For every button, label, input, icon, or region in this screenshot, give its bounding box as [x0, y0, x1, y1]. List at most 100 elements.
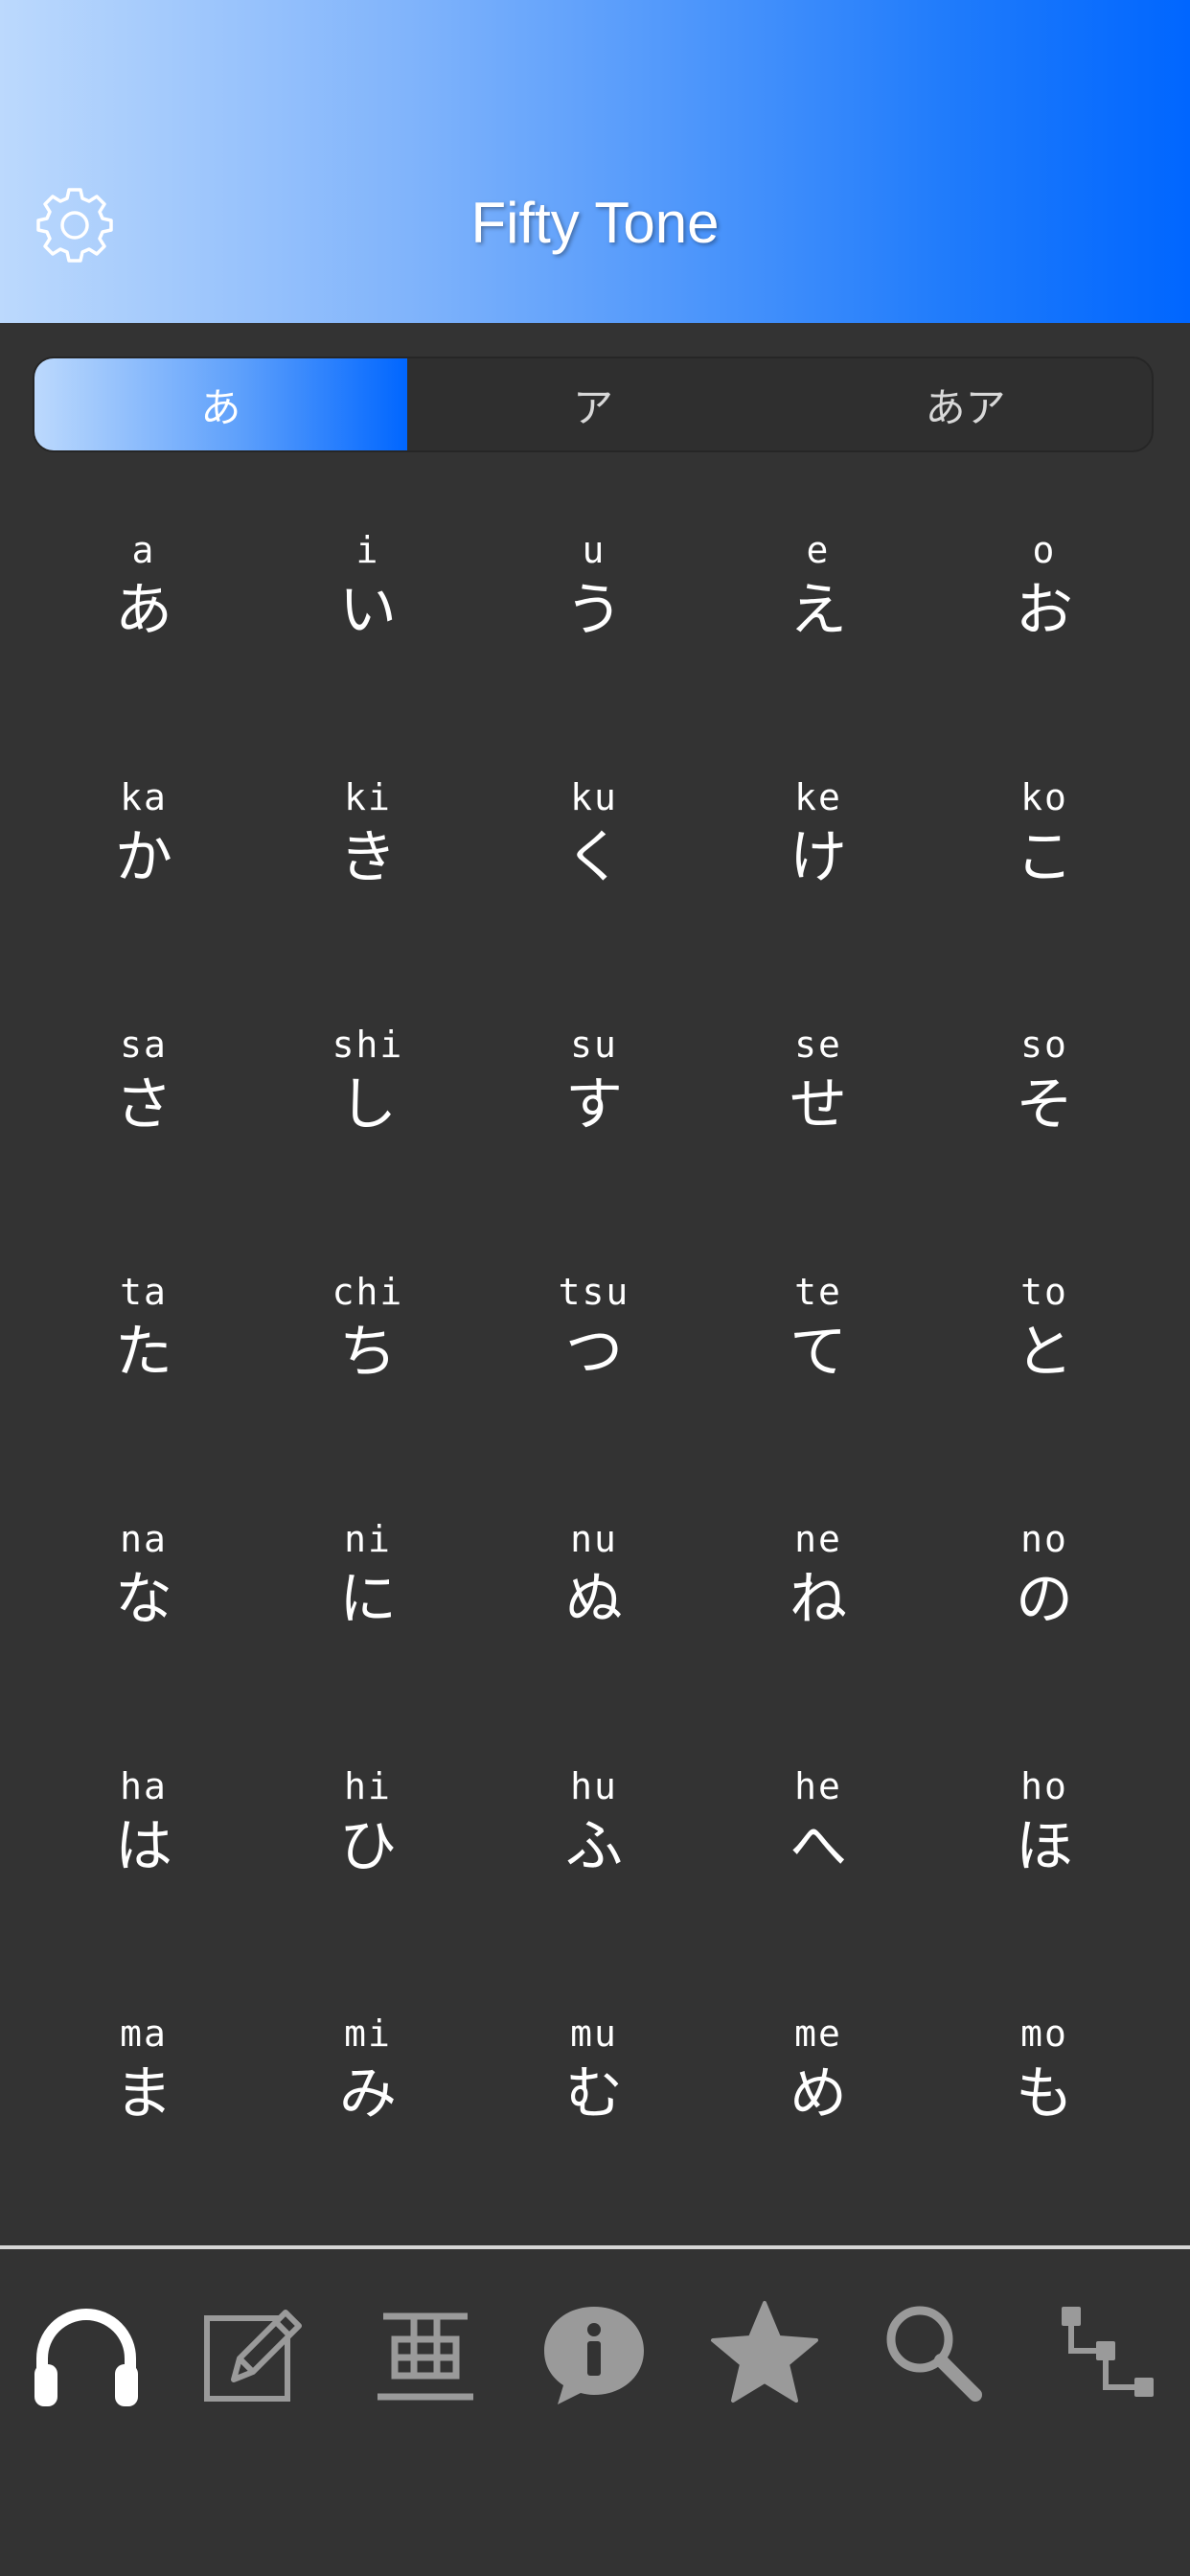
- kana-row: ta た chi ち tsu つ te て to と: [0, 1269, 1190, 1499]
- kana-character: あ: [115, 577, 172, 644]
- romaji-label: ma: [120, 2012, 168, 2055]
- kana-character: せ: [790, 1071, 847, 1138]
- kana-cell[interactable]: to と: [949, 1269, 1140, 1388]
- kana-character: と: [1016, 1319, 1073, 1386]
- kana-row: ma ま mi み mu む me め mo も: [0, 2011, 1190, 2241]
- kana-cell[interactable]: nu ぬ: [498, 1516, 690, 1635]
- romaji-label: he: [794, 1765, 842, 1807]
- romaji-label: so: [1020, 1024, 1068, 1066]
- kana-cell[interactable]: sa さ: [48, 1022, 240, 1140]
- kana-character: ち: [339, 1319, 397, 1386]
- search-icon[interactable]: [876, 2297, 991, 2412]
- kana-character: は: [115, 1813, 172, 1880]
- info-bubble-icon[interactable]: [537, 2297, 652, 2412]
- romaji-label: ku: [570, 776, 618, 818]
- kana-cell[interactable]: hu ふ: [498, 1763, 690, 1882]
- header-bar: Fifty Tone: [0, 0, 1190, 323]
- kana-cell[interactable]: ho ほ: [949, 1763, 1140, 1882]
- kana-character: う: [565, 577, 623, 644]
- kana-cell[interactable]: te て: [722, 1269, 914, 1388]
- kana-cell[interactable]: oお: [949, 527, 1140, 646]
- kana-character: ぬ: [565, 1566, 623, 1633]
- romaji-label: to: [1020, 1271, 1068, 1313]
- kana-cell[interactable]: ta た: [48, 1269, 240, 1388]
- romaji-label: e: [806, 529, 831, 571]
- star-icon[interactable]: [707, 2297, 822, 2412]
- kana-cell[interactable]: su す: [498, 1022, 690, 1140]
- flow-icon[interactable]: [1046, 2297, 1161, 2412]
- kana-cell[interactable]: ma ま: [48, 2011, 240, 2129]
- segment-both[interactable]: あア: [779, 358, 1152, 450]
- kana-character: み: [339, 2060, 397, 2128]
- romaji-label: hi: [344, 1765, 392, 1807]
- kana-cell[interactable]: ha は: [48, 1763, 240, 1882]
- segment-katakana[interactable]: ア: [407, 358, 780, 450]
- segment-hiragana[interactable]: あ: [34, 358, 407, 450]
- kana-character: む: [565, 2060, 623, 2128]
- kana-cell[interactable]: mo も: [949, 2011, 1140, 2129]
- kana-character: ひ: [339, 1813, 397, 1880]
- kana-cell[interactable]: mi み: [272, 2011, 464, 2129]
- kana-character: へ: [790, 1813, 847, 1880]
- kana-cell[interactable]: ni に: [272, 1516, 464, 1635]
- kana-character: こ: [1016, 824, 1073, 891]
- kana-cell[interactable]: hi ひ: [272, 1763, 464, 1882]
- kana-cell[interactable]: shi し: [272, 1022, 464, 1140]
- kanji-icon[interactable]: [368, 2297, 483, 2412]
- kana-character: ね: [790, 1566, 847, 1633]
- romaji-label: ni: [344, 1518, 392, 1560]
- kana-character: さ: [115, 1071, 172, 1138]
- kana-cell[interactable]: ko こ: [949, 774, 1140, 893]
- kana-character: て: [790, 1319, 847, 1386]
- kana-row: sa さ shi し su す se せ so そ: [0, 1022, 1190, 1252]
- kana-cell[interactable]: so そ: [949, 1022, 1140, 1140]
- kana-cell[interactable]: chi ち: [272, 1269, 464, 1388]
- kana-row: aあ iい uう eえ oお: [0, 527, 1190, 757]
- romaji-label: ki: [344, 776, 392, 818]
- romaji-label: hu: [570, 1765, 618, 1807]
- romaji-label: sa: [120, 1024, 168, 1066]
- kana-cell[interactable]: ne ね: [722, 1516, 914, 1635]
- kana-cell[interactable]: me め: [722, 2011, 914, 2129]
- kana-character: お: [1016, 577, 1073, 644]
- kana-cell[interactable]: ki き: [272, 774, 464, 893]
- kana-cell[interactable]: mu む: [498, 2011, 690, 2129]
- romaji-label: a: [131, 529, 156, 571]
- romaji-label: se: [794, 1024, 842, 1066]
- kana-character: え: [790, 577, 847, 644]
- kana-cell[interactable]: ke け: [722, 774, 914, 893]
- romaji-label: ka: [120, 776, 168, 818]
- kana-row: ka か ki き ku く ke け ko こ: [0, 774, 1190, 1004]
- kana-character: け: [790, 824, 847, 891]
- kana-cell[interactable]: ku く: [498, 774, 690, 893]
- romaji-label: chi: [332, 1271, 404, 1313]
- kana-cell[interactable]: ka か: [48, 774, 240, 893]
- kana-character: の: [1016, 1566, 1073, 1633]
- kana-cell[interactable]: no の: [949, 1516, 1140, 1635]
- kana-cell[interactable]: aあ: [48, 527, 240, 646]
- kana-character: も: [1016, 2060, 1073, 2128]
- kana-cell[interactable]: he へ: [722, 1763, 914, 1882]
- script-selector: あ ア あア: [33, 356, 1154, 452]
- kana-character: そ: [1016, 1071, 1073, 1138]
- kana-character: く: [565, 824, 623, 891]
- bottom-tab-bar: [0, 2245, 1190, 2576]
- kana-row: na な ni に nu ぬ ne ね no の: [0, 1516, 1190, 1746]
- kana-cell[interactable]: tsu つ: [498, 1269, 690, 1388]
- kana-cell[interactable]: na な: [48, 1516, 240, 1635]
- romaji-label: ho: [1020, 1765, 1068, 1807]
- kana-character: き: [339, 824, 397, 891]
- kana-cell[interactable]: se せ: [722, 1022, 914, 1140]
- kana-character: つ: [565, 1319, 623, 1386]
- romaji-label: mi: [344, 2012, 392, 2055]
- romaji-label: ko: [1020, 776, 1068, 818]
- romaji-label: su: [570, 1024, 618, 1066]
- headphones-icon[interactable]: [29, 2297, 144, 2412]
- kana-cell[interactable]: uう: [498, 527, 690, 646]
- kana-row: ha は hi ひ hu ふ he へ ho ほ: [0, 1763, 1190, 1993]
- kana-cell[interactable]: iい: [272, 527, 464, 646]
- kana-cell[interactable]: eえ: [722, 527, 914, 646]
- romaji-label: no: [1020, 1518, 1068, 1560]
- romaji-label: ke: [794, 776, 842, 818]
- edit-icon[interactable]: [195, 2297, 310, 2412]
